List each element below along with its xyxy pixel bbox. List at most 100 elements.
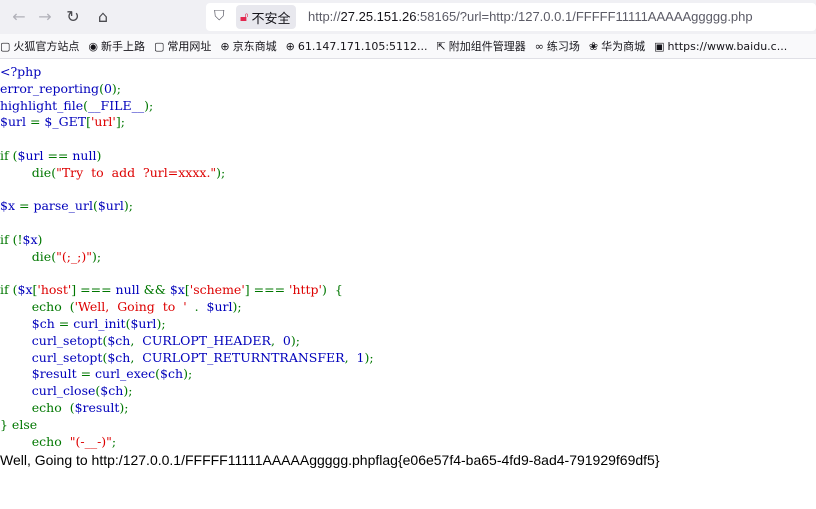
code-line: error_reporting(0);: [0, 81, 816, 98]
code-token: $x: [17, 282, 33, 298]
code-token: curl_init: [73, 315, 126, 331]
code-token: 'http': [289, 282, 322, 298]
code-line: echo ('Well, Going to ' . $url);: [0, 299, 816, 316]
bookmark-item[interactable]: ⇱ 附加组件管理器: [437, 38, 526, 54]
code-token: $ch: [107, 332, 131, 348]
code-token: $result: [0, 366, 81, 382]
code-token: null: [72, 147, 97, 163]
code-token: CURLOPT_HEADER: [142, 332, 271, 348]
code-token: ) {: [322, 282, 343, 298]
bookmark-label: 61.147.171.105:5112...: [297, 39, 428, 53]
code-token: ];: [115, 114, 125, 130]
insecure-lock-icon: 🔓︎: [240, 9, 249, 25]
code-token: die: [0, 248, 52, 264]
bookmark-icon: ▣: [654, 39, 665, 53]
code-token: .: [186, 299, 207, 315]
code-line: $url = $_GET['url'];: [0, 114, 816, 131]
code-token: ,: [344, 349, 357, 365]
site-security-badge[interactable]: 🔓︎ 不安全: [236, 5, 297, 29]
bookmark-icon: ▢: [154, 39, 165, 53]
code-token: ==: [47, 147, 73, 163]
code-token: ): [96, 147, 102, 163]
code-token: $_GET: [44, 114, 87, 130]
code-token: (!: [12, 231, 23, 247]
code-token: 'Well, Going to ': [74, 299, 187, 315]
url-prefix: http://: [308, 9, 341, 24]
code-line: curl_close($ch);: [0, 383, 816, 400]
code-line: echo ($result);: [0, 400, 816, 417]
code-line: if ($x['host'] === null && $x['scheme'] …: [0, 282, 816, 299]
code-line: die("Try to add ?url=xxxx.");: [0, 165, 816, 182]
code-token: 0: [282, 332, 291, 348]
code-token: );: [216, 164, 226, 180]
bookmark-item[interactable]: ▢ 常用网址: [154, 38, 211, 54]
code-token: =: [29, 114, 45, 130]
code-token: <?php: [0, 64, 42, 79]
bookmark-icon: ▢: [0, 39, 11, 53]
code-token: $url: [130, 315, 157, 331]
address-bar[interactable]: ⛉ 🔓︎ 不安全 http://27.25.151.26:58165/?url=…: [206, 3, 816, 31]
code-token: ,: [130, 349, 143, 365]
code-token: ,: [270, 332, 283, 348]
bookmark-item[interactable]: ❀ 华为商城: [589, 38, 645, 54]
code-token: curl_exec: [95, 366, 156, 382]
home-icon[interactable]: ⌂: [92, 6, 114, 28]
code-token: $x: [169, 282, 185, 298]
url-text[interactable]: http://27.25.151.26:58165/?url=http:/127…: [308, 9, 753, 24]
code-token: );: [92, 248, 102, 264]
code-token: 'scheme': [189, 282, 245, 298]
code-line: curl_setopt($ch, CURLOPT_RETURNTRANSFER,…: [0, 350, 816, 367]
forward-arrow-icon[interactable]: →: [34, 6, 56, 28]
code-line: curl_setopt($ch, CURLOPT_HEADER, 0);: [0, 333, 816, 350]
code-token: $url: [17, 147, 48, 163]
bookmark-item[interactable]: ▢ 火狐官方站点: [0, 38, 79, 54]
bookmark-item[interactable]: ▣ https://www.baidu.c...: [654, 40, 787, 53]
code-line: if ($url == null): [0, 148, 816, 165]
code-token: if: [0, 231, 13, 247]
bookmark-item[interactable]: ⊕ 京东商城: [220, 38, 276, 54]
code-token: "(-__-)": [69, 433, 112, 449]
bookmark-icon: ⊕: [220, 39, 230, 53]
code-token: &&: [143, 282, 170, 298]
bookmark-icon: ❀: [588, 39, 599, 53]
code-token: );: [183, 366, 193, 382]
code-token: echo: [0, 299, 70, 315]
bookmark-item[interactable]: ∞ 练习场: [535, 38, 580, 54]
code-token: curl_close: [0, 383, 96, 399]
code-token: );: [111, 80, 121, 96]
code-token: "Try to add ?url=xxxx.": [56, 164, 217, 180]
code-token: curl_setopt: [0, 349, 103, 365]
code-token: die: [0, 164, 52, 180]
tracking-shield-icon[interactable]: ⛉: [214, 8, 225, 24]
code-token: =: [18, 198, 34, 214]
code-token: ] ===: [71, 282, 116, 298]
code-line: $x = parse_url($url);: [0, 198, 816, 215]
code-token: );: [364, 349, 374, 365]
code-token: echo: [0, 433, 70, 449]
curl-output-text: Well, Going to http:/127.0.0.1/FFFFF1111…: [0, 452, 660, 468]
code-token: );: [123, 383, 133, 399]
code-token: ): [37, 231, 43, 247]
code-line: <?php: [0, 64, 816, 81]
code-token: 0: [103, 80, 112, 96]
code-line: $result = curl_exec($ch);: [0, 366, 816, 383]
bookmark-item[interactable]: ⊕ 61.147.171.105:5112...: [286, 40, 428, 53]
code-token: echo: [0, 399, 70, 415]
code-token: ] ===: [244, 282, 290, 298]
bookmark-item[interactable]: ◉ 新手上路: [88, 38, 145, 54]
browser-toolbar: ← → ↻ ⌂ ⛉ 🔓︎ 不安全 http://27.25.151.26:581…: [0, 0, 816, 34]
code-token: curl_setopt: [0, 332, 103, 348]
code-token: ;: [111, 433, 117, 449]
code-token: highlight_file: [0, 97, 84, 113]
code-token: $url: [0, 114, 30, 130]
code-token: );: [156, 315, 166, 331]
code-token: error_reporting: [0, 80, 100, 96]
reload-icon[interactable]: ↻: [62, 6, 84, 28]
back-arrow-icon[interactable]: ←: [8, 6, 30, 28]
bookmark-label: 华为商城: [601, 40, 646, 53]
code-line: die("(;_;)");: [0, 249, 816, 266]
